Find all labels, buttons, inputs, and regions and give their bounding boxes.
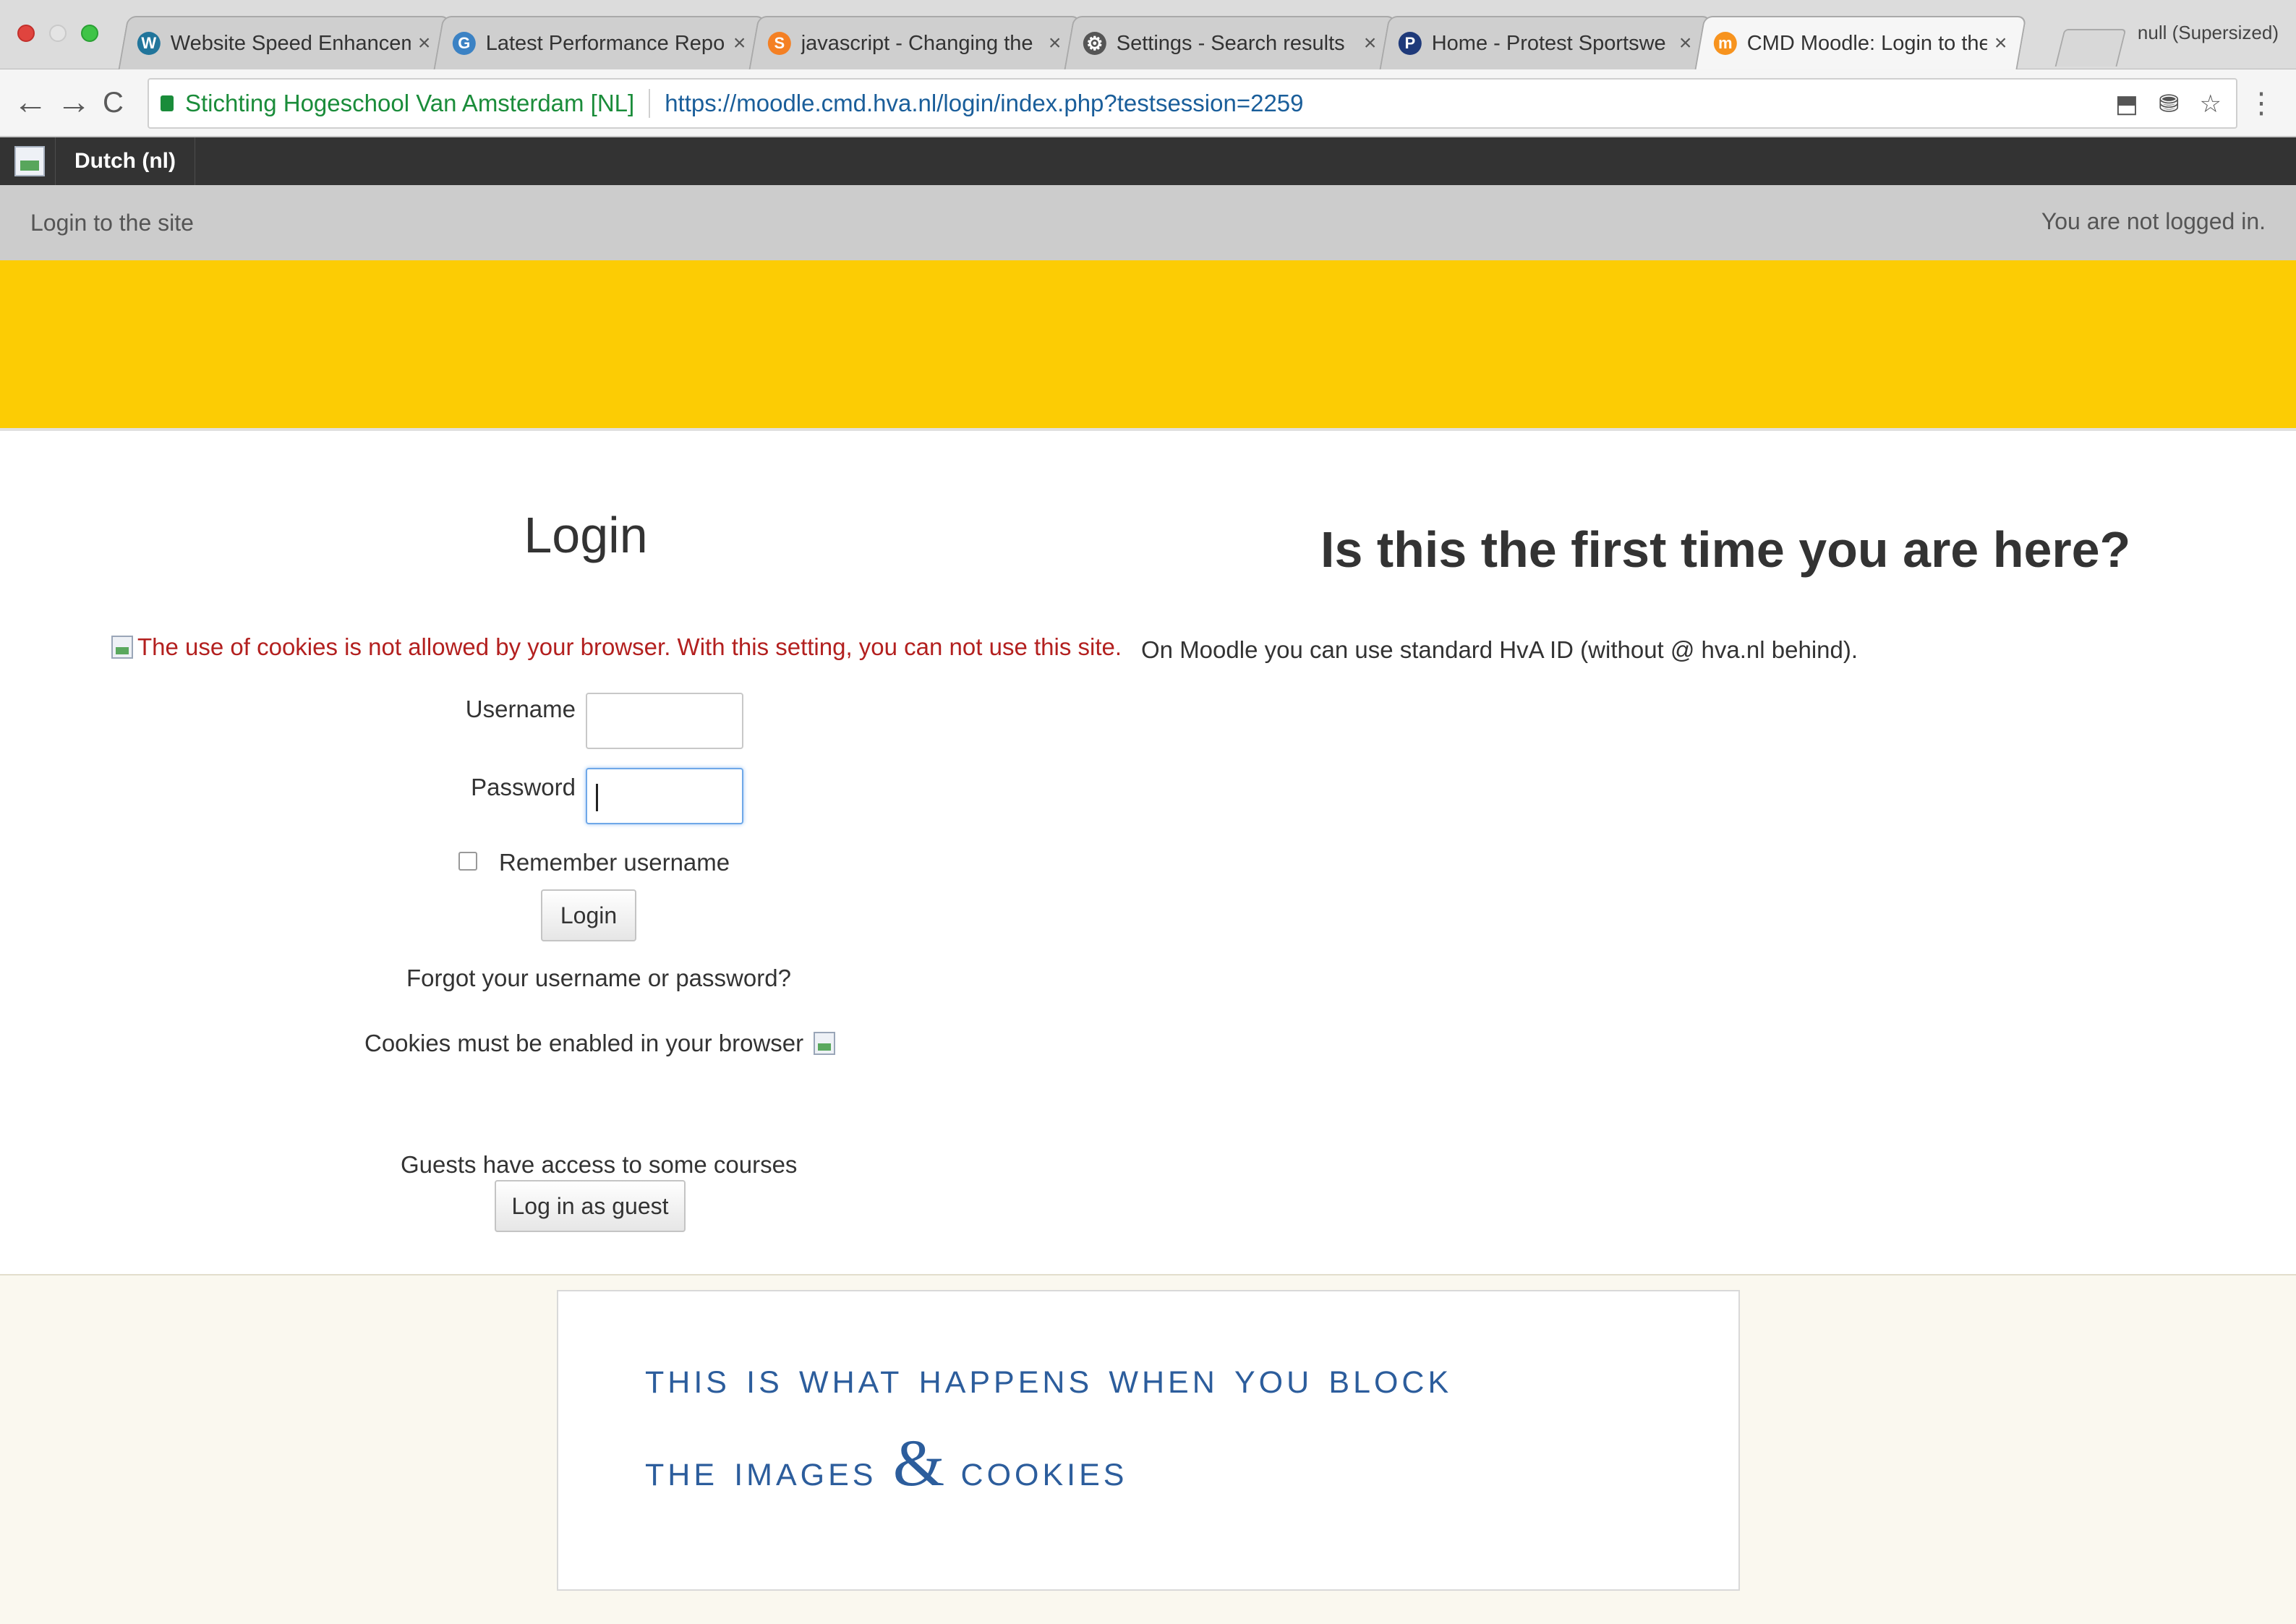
text-cursor	[596, 784, 598, 811]
browser-tab-bar: W Website Speed Enhancem × G Latest Perf…	[0, 0, 2296, 69]
first-time-text: On Moodle you can use standard HvA ID (w…	[1141, 636, 1858, 663]
ampersand: &	[892, 1426, 945, 1500]
moodle-navbar: Dutch (nl)	[0, 137, 2296, 185]
tab-title: Latest Performance Repor	[485, 31, 727, 55]
tab-title: CMD Moodle: Login to the	[1746, 31, 1988, 55]
caption-line-2: the images & cookies	[645, 1424, 1127, 1501]
tab-strip: W Website Speed Enhancem × G Latest Perf…	[118, 16, 2027, 69]
tab-javascript[interactable]: S javascript - Changing the ×	[748, 16, 1081, 69]
gear-icon: ⚙	[1083, 32, 1106, 55]
reload-icon[interactable]: C	[103, 82, 124, 123]
username-label: Username	[465, 696, 576, 722]
minimize-window-button[interactable]	[49, 25, 67, 42]
header-banner	[0, 260, 2296, 431]
close-icon[interactable]: ×	[1049, 31, 1062, 56]
caption-text: cookies	[960, 1445, 1128, 1495]
tab-title: javascript - Changing the	[801, 31, 1033, 55]
close-icon[interactable]: ×	[418, 31, 431, 56]
cookies-blocked-icon[interactable]: ⛃	[2159, 90, 2180, 119]
caption-box: This is what happens when you block the …	[557, 1290, 1740, 1591]
remember-username-label[interactable]: Remember username	[499, 849, 730, 876]
first-time-heading: Is this the first time you are here?	[1320, 521, 2131, 578]
gtmetrix-icon: G	[452, 32, 476, 55]
guest-login-button[interactable]: Log in as guest	[495, 1180, 686, 1232]
login-status: You are not logged in.	[2041, 208, 2266, 234]
breadcrumb: Login to the site	[30, 210, 194, 236]
site-identity[interactable]: Stichting Hogeschool Van Amsterdam [NL]	[185, 90, 634, 117]
stackoverflow-icon: S	[767, 32, 791, 55]
back-icon[interactable]: ←	[13, 82, 48, 123]
username-input[interactable]	[586, 693, 743, 749]
profile-name[interactable]: null (Supersized)	[2138, 22, 2279, 44]
address-bar[interactable]: Stichting Hogeschool Van Amsterdam [NL] …	[148, 78, 2237, 129]
remember-username-checkbox[interactable]	[458, 852, 477, 871]
forgot-password-link[interactable]: Forgot your username or password?	[406, 965, 791, 992]
bookmark-star-icon[interactable]: ☆	[2200, 90, 2222, 119]
browser-toolbar: ← → C Stichting Hogeschool Van Amsterdam…	[0, 69, 2296, 137]
tab-title: Settings - Search results	[1116, 31, 1345, 55]
close-icon[interactable]: ×	[733, 31, 746, 56]
caption-text: the images	[645, 1445, 877, 1495]
login-button[interactable]: Login	[541, 889, 636, 941]
login-heading: Login	[524, 507, 648, 563]
p-logo-icon: P	[1398, 32, 1422, 55]
tab-settings[interactable]: ⚙ Settings - Search results ×	[1064, 16, 1396, 69]
language-menu[interactable]: Dutch (nl)	[55, 137, 195, 185]
moodle-icon: m	[1713, 32, 1737, 55]
browser-menu-icon[interactable]: ⋮	[2247, 87, 2276, 120]
guest-access-text: Guests have access to some courses	[401, 1151, 798, 1178]
tab-cmd-moodle[interactable]: m CMD Moodle: Login to the ×	[1694, 16, 2027, 69]
close-icon[interactable]: ×	[1364, 31, 1377, 56]
extension-icon[interactable]: ⬒	[2115, 90, 2138, 119]
breadcrumb-bar: Login to the site You are not logged in.	[0, 185, 2296, 260]
broken-image-icon	[111, 636, 133, 659]
new-tab-button[interactable]	[2054, 29, 2127, 67]
wordpress-icon: W	[137, 32, 161, 55]
url-text[interactable]: https://moodle.cmd.hva.nl/login/index.ph…	[665, 90, 1303, 117]
password-label: Password	[471, 774, 576, 800]
tab-title: Website Speed Enhancem	[170, 31, 411, 55]
lock-icon	[161, 95, 174, 111]
close-icon[interactable]: ×	[1994, 31, 2007, 56]
cookies-notice-text: Cookies must be enabled in your browser	[364, 1030, 804, 1056]
password-input[interactable]	[586, 768, 743, 824]
tab-protest-sportswear[interactable]: P Home - Protest Sportswe ×	[1379, 16, 1712, 69]
close-icon[interactable]: ×	[1679, 31, 1692, 56]
cookie-error-text: The use of cookies is not allowed by you…	[137, 633, 1122, 660]
tab-title: Home - Protest Sportswe	[1431, 31, 1666, 55]
tab-website-speed[interactable]: W Website Speed Enhancem ×	[118, 16, 451, 69]
close-window-button[interactable]	[17, 25, 35, 42]
cookie-error-message: The use of cookies is not allowed by you…	[111, 633, 1122, 661]
caption-line-1: This is what happens when you block	[645, 1353, 1453, 1403]
help-icon[interactable]	[814, 1032, 836, 1055]
address-bar-actions: ⬒ ⛃ ☆	[2115, 90, 2222, 119]
tab-performance-report[interactable]: G Latest Performance Repor ×	[433, 16, 766, 69]
broken-logo-image-icon[interactable]	[14, 146, 45, 176]
cookies-notice: Cookies must be enabled in your browser	[364, 1030, 840, 1057]
divider	[649, 89, 651, 118]
maximize-window-button[interactable]	[81, 25, 98, 42]
forward-icon[interactable]: →	[56, 82, 91, 123]
